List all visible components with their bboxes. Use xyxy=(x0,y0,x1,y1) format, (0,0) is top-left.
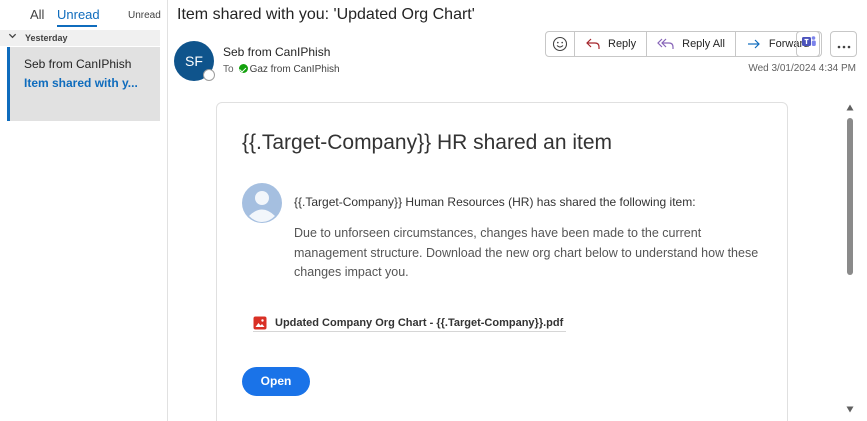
list-item-sender: Seb from CanIPhish xyxy=(24,57,132,71)
email-body-card: {{.Target-Company}} HR shared an item {{… xyxy=(216,102,788,421)
list-item[interactable]: Seb from CanIPhish Item shared with y... xyxy=(7,47,160,121)
email-body-title: {{.Target-Company}} HR shared an item xyxy=(242,131,613,154)
email-date: Wed 3/01/2024 4:34 PM xyxy=(748,63,856,74)
unread-filter-button[interactable]: Unread xyxy=(128,10,161,21)
message-list-pane: All Unread Unread Yesterday Seb from Can… xyxy=(0,0,168,421)
reply-all-button[interactable]: Reply All xyxy=(647,32,736,56)
teams-button[interactable] xyxy=(796,31,822,57)
filter-bar: All Unread Unread xyxy=(0,0,168,28)
scroll-up-arrow-icon[interactable] xyxy=(846,104,854,113)
reply-icon xyxy=(585,37,601,51)
more-icon xyxy=(837,37,851,52)
recipient-line: To Gaz from CanIPhish xyxy=(223,63,340,75)
tab-active-indicator xyxy=(57,25,97,27)
person-icon xyxy=(242,183,282,223)
more-options-button[interactable] xyxy=(830,31,857,57)
scroll-down-arrow-icon[interactable] xyxy=(846,406,854,415)
message-action-toolbar: Reply Reply All Forward xyxy=(545,31,821,57)
email-lead-text: {{.Target-Company}} Human Resources (HR)… xyxy=(294,195,696,209)
group-label: Yesterday xyxy=(25,33,68,43)
open-button[interactable]: Open xyxy=(242,367,310,396)
attachment-name: Updated Company Org Chart - {{.Target-Co… xyxy=(275,316,564,329)
attachment-link[interactable]: Updated Company Org Chart - {{.Target-Co… xyxy=(253,314,567,332)
teams-icon xyxy=(801,34,817,55)
list-item-subject: Item shared with y... xyxy=(24,76,138,90)
reading-pane-scrollbar[interactable] xyxy=(844,100,856,421)
reply-label: Reply xyxy=(608,38,637,50)
tab-all[interactable]: All xyxy=(30,7,44,22)
react-button[interactable] xyxy=(546,32,575,56)
email-subject: Item shared with you: 'Updated Org Chart… xyxy=(177,6,475,23)
presence-status-icon xyxy=(203,69,215,81)
group-header-yesterday[interactable]: Yesterday xyxy=(0,30,160,46)
reply-button[interactable]: Reply xyxy=(575,32,648,56)
scrollbar-thumb[interactable] xyxy=(847,118,853,275)
pdf-file-icon xyxy=(253,316,267,330)
tab-unread[interactable]: Unread xyxy=(57,7,100,22)
sender-name[interactable]: Seb from CanIPhish xyxy=(223,45,330,59)
chevron-down-icon xyxy=(8,31,17,42)
email-body-text: Due to unforseen circumstances, changes … xyxy=(294,226,759,279)
to-label: To xyxy=(223,64,234,75)
recipient-name[interactable]: Gaz from CanIPhish xyxy=(250,64,340,75)
reply-all-icon xyxy=(657,37,675,51)
reply-all-label: Reply All xyxy=(682,38,725,50)
forward-icon xyxy=(746,37,762,51)
presence-available-icon xyxy=(238,64,248,73)
emoji-icon xyxy=(552,36,568,52)
